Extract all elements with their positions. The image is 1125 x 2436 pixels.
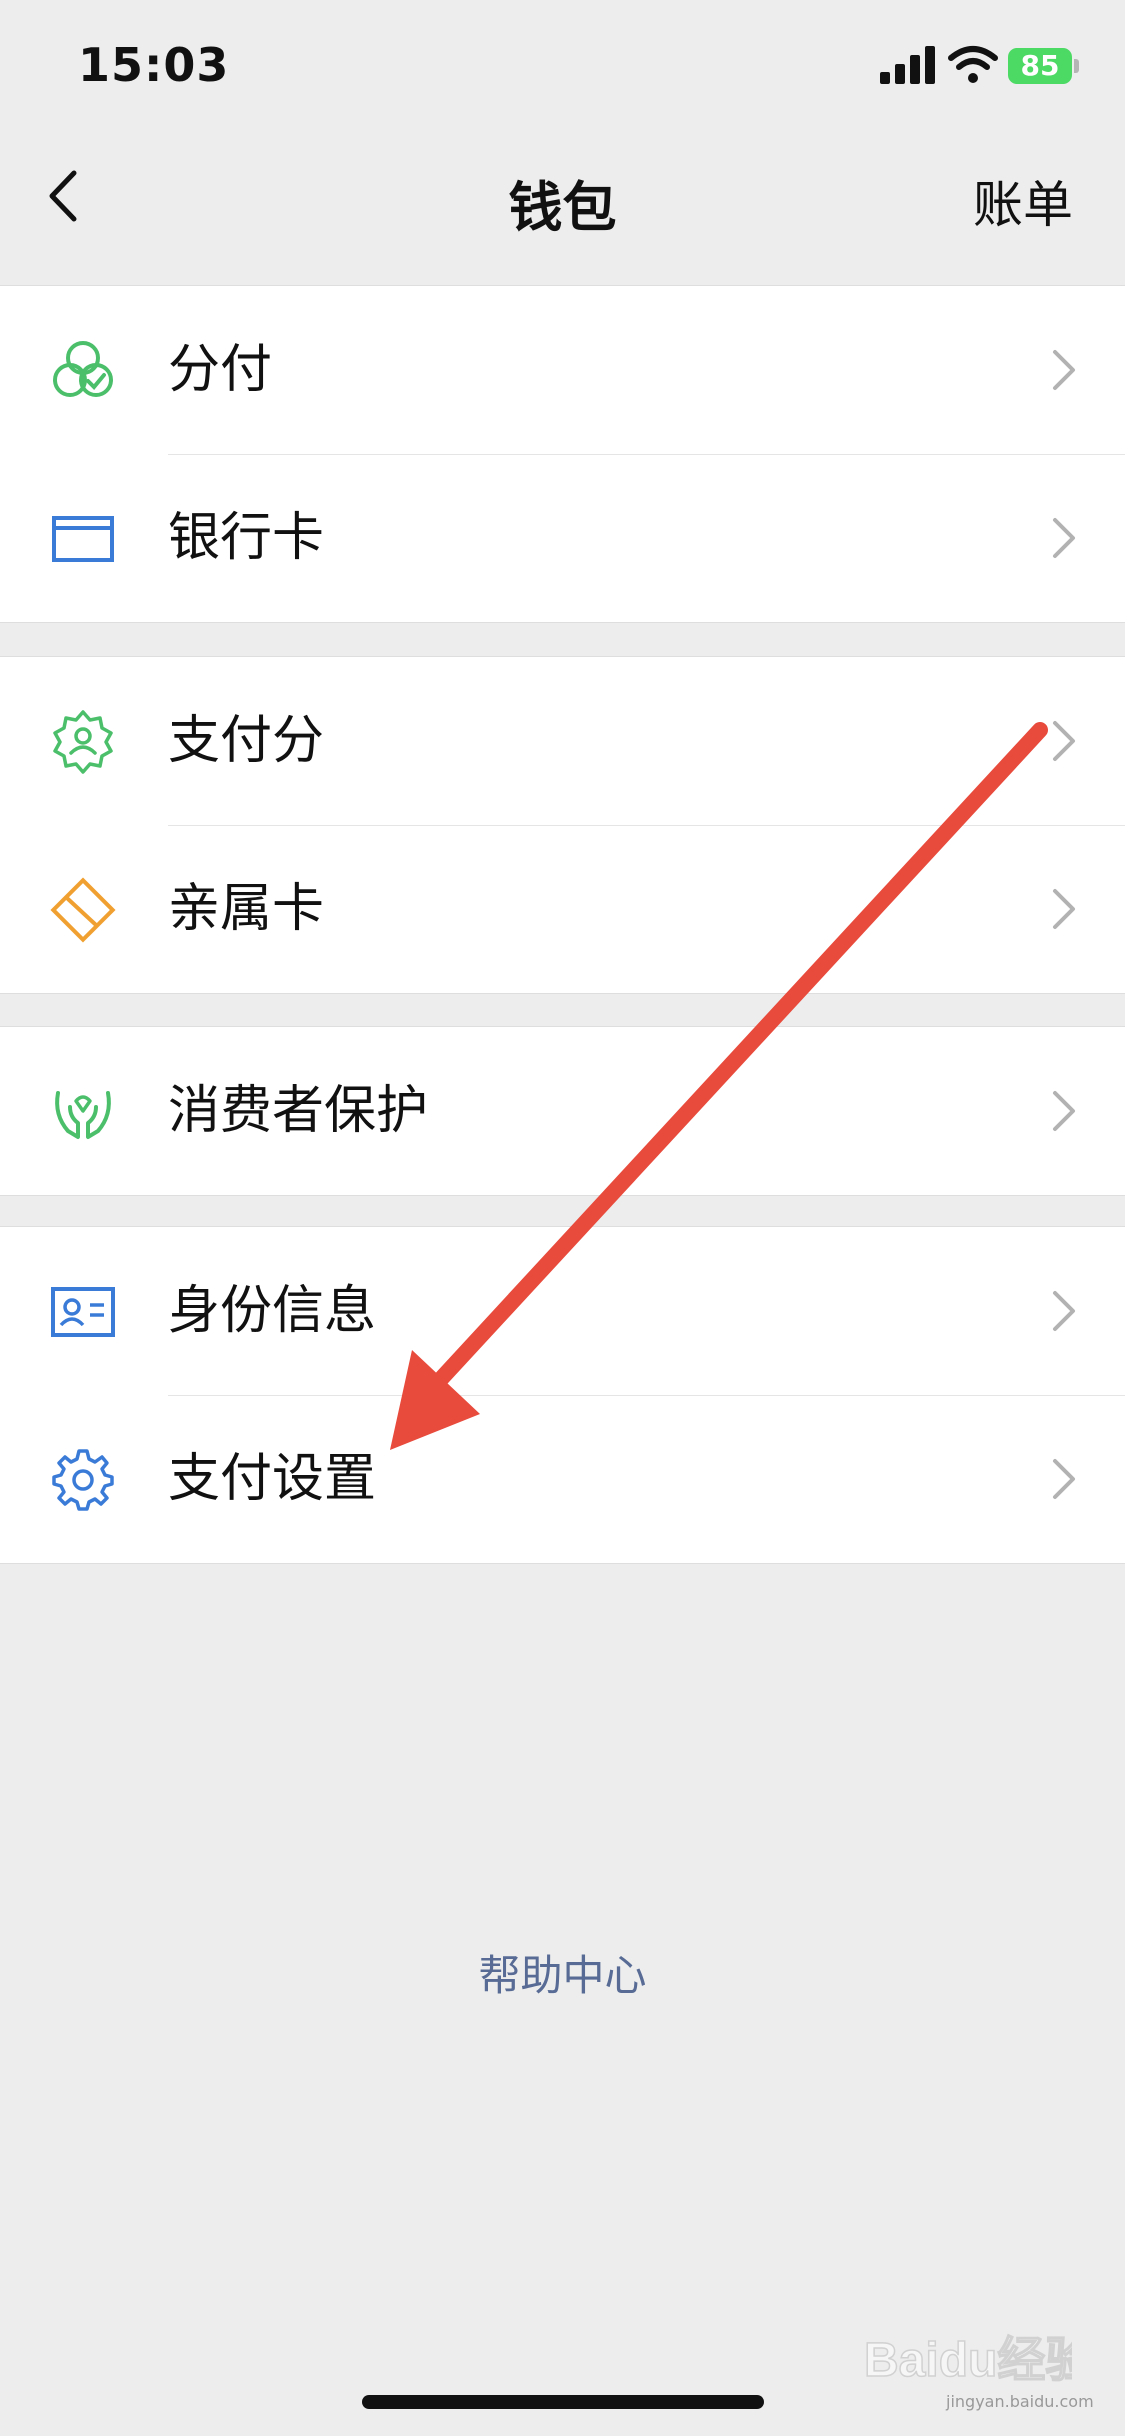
bank-card-icon [52, 516, 114, 562]
menu-item-label: 分付 [168, 340, 273, 400]
chevron-right-icon [1053, 1291, 1075, 1331]
chevron-right-icon [1053, 1459, 1075, 1499]
menu-item-label: 银行卡 [168, 508, 325, 568]
battery-level: 85 [1020, 49, 1060, 82]
menu-item-id-info[interactable]: 身份信息 [0, 1227, 1125, 1395]
menu-group-3: 消费者保护 [0, 1026, 1125, 1196]
help-center-link[interactable]: 帮助中心 [0, 1942, 1125, 2003]
menu-item-label: 亲属卡 [168, 879, 325, 939]
gear-icon [52, 1449, 114, 1511]
menu-item-label: 支付分 [168, 711, 325, 771]
battery-tip [1074, 59, 1079, 73]
id-card-icon [51, 1287, 115, 1337]
menu-item-payscore[interactable]: 支付分 [0, 657, 1125, 825]
menu-item-pay-settings[interactable]: 支付设置 [0, 1395, 1125, 1563]
chevron-right-icon [1053, 1091, 1075, 1131]
menu-group-4: 身份信息 支付设置 [0, 1226, 1125, 1564]
page-title: 钱包 [508, 176, 617, 239]
chevron-right-icon [1053, 889, 1075, 929]
consumer-protection-icon [55, 1091, 111, 1139]
menu-item-label: 支付设置 [168, 1449, 377, 1509]
baidu-jingyan-watermark: Baidu经验 [862, 2318, 1094, 2398]
status-bar: 15:03 85 [0, 0, 1125, 130]
chevron-right-icon [1053, 518, 1075, 558]
menu-group-2: 支付分 亲属卡 [0, 656, 1125, 994]
payscore-icon [53, 710, 113, 774]
menu-item-fenfu[interactable]: 分付 [0, 286, 1125, 454]
menu-item-family-card[interactable]: 亲属卡 [0, 825, 1125, 993]
cellular-signal-icon [880, 46, 935, 84]
svg-text:Baidu经验: Baidu经验 [864, 2334, 1072, 2387]
wifi-icon [948, 46, 998, 83]
menu-item-label: 消费者保护 [168, 1081, 429, 1141]
battery-indicator: 85 [1008, 48, 1072, 84]
family-card-icon [50, 877, 116, 943]
fenfu-icon [53, 341, 113, 397]
menu-group-1: 分付 银行卡 [0, 285, 1125, 623]
home-indicator[interactable] [362, 2395, 764, 2409]
bill-button[interactable]: 账单 [973, 165, 1073, 237]
menu-item-label: 身份信息 [168, 1281, 377, 1341]
chevron-right-icon [1053, 350, 1075, 390]
watermark-url: jingyan.baidu.com [946, 2392, 1094, 2411]
menu-item-consumer-protection[interactable]: 消费者保护 [0, 1027, 1125, 1195]
status-time: 15:03 [78, 38, 230, 92]
menu-item-bank-card[interactable]: 银行卡 [0, 454, 1125, 622]
chevron-right-icon [1053, 721, 1075, 761]
nav-bar: 钱包 账单 [0, 130, 1125, 265]
